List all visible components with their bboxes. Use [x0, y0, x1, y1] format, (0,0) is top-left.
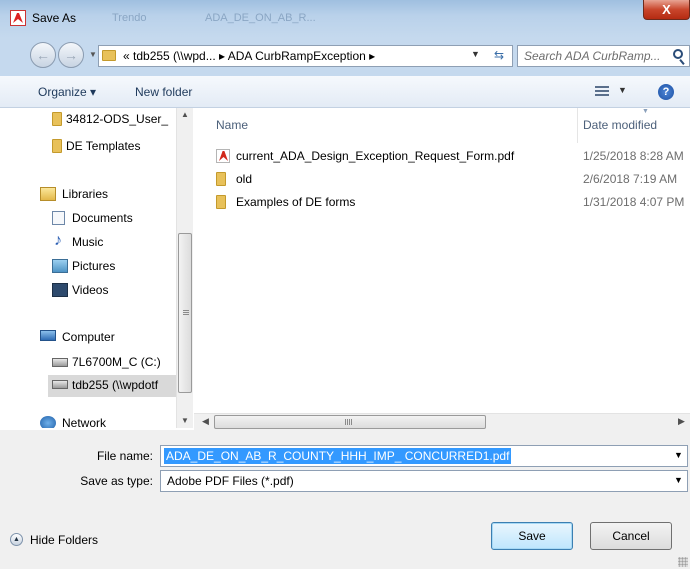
scrollbar-thumb[interactable] [178, 233, 192, 393]
collapse-arrow-icon[interactable]: ▲ [10, 533, 23, 546]
background-title-ghost: Trendo [112, 12, 147, 24]
nav-item-label: Computer [62, 330, 115, 344]
nav-item-label: 34812-ODS_User_ [66, 112, 169, 126]
file-name-value[interactable]: ADA_DE_ON_AB_R_COUNTY_HHH_IMP_ CONCURRED… [164, 448, 512, 464]
pdf-file-icon [216, 149, 230, 163]
help-icon[interactable]: ? [658, 84, 674, 100]
resize-grip-icon[interactable] [678, 557, 688, 567]
table-row[interactable]: Examples of DE forms 1/31/2018 4:07 PM [194, 192, 690, 212]
background-title-ghost-2: ADA_DE_ON_AB_R... [205, 12, 316, 24]
videos-icon [52, 283, 68, 297]
scroll-up-arrow-icon[interactable]: ▲ [181, 110, 189, 119]
nav-item-label: tdb255 (\\wpdotf [72, 378, 159, 392]
hide-folders-button[interactable]: Hide Folders [30, 533, 98, 547]
file-name: Examples of DE forms [236, 195, 356, 209]
view-options-dropdown[interactable]: ▼ [618, 85, 627, 95]
music-icon [52, 232, 68, 250]
nav-item-label: DE Templates [66, 139, 141, 153]
folder-icon [52, 112, 62, 126]
horizontal-scrollbar[interactable]: ◀ ▶ [194, 413, 690, 430]
address-bar[interactable]: « tdb255 (\\wpd... ▸ ADA CurbRampExcepti… [98, 45, 513, 67]
address-row: ← → ▼ « tdb255 (\\wpd... ▸ ADA CurbRampE… [0, 38, 690, 76]
drive-icon [52, 358, 68, 367]
network-icon [40, 416, 56, 428]
change-view-icon[interactable] [595, 86, 609, 97]
forward-button[interactable]: → [58, 42, 84, 68]
column-header-name[interactable]: Name [216, 118, 248, 132]
save-type-value: Adobe PDF Files (*.pdf) [167, 474, 294, 488]
sort-indicator-icon: ▼ [642, 108, 649, 115]
save-type-select[interactable]: Adobe PDF Files (*.pdf) ▼ [160, 470, 688, 492]
documents-icon [52, 211, 65, 225]
column-header-date-modified[interactable]: Date modified [583, 118, 657, 132]
scroll-right-arrow-icon[interactable]: ▶ [678, 416, 685, 427]
file-name-label: File name: [96, 449, 153, 463]
search-input[interactable] [518, 46, 668, 66]
scroll-down-arrow-icon[interactable]: ▼ [181, 416, 189, 425]
file-date: 2/6/2018 7:19 AM [583, 172, 678, 186]
scrollbar-thumb[interactable] [214, 415, 486, 429]
nav-item-label: 7L6700M_C (C:) [72, 355, 161, 369]
file-name: current_ADA_Design_Exception_Request_For… [236, 149, 515, 163]
save-type-dropdown-icon[interactable]: ▼ [674, 475, 683, 485]
acrobat-icon [10, 10, 26, 26]
file-list: Name ▼ Date modified current_ADA_Design_… [194, 108, 690, 413]
back-button[interactable]: ← [30, 42, 56, 68]
navigation-pane: 34812-ODS_User_ DE Templates Libraries D… [0, 108, 193, 428]
close-button[interactable]: X [643, 0, 690, 20]
search-box[interactable] [517, 45, 690, 67]
nav-item-label: Libraries [62, 187, 109, 201]
organize-button[interactable]: Organize ▾ [38, 85, 96, 99]
table-row[interactable]: current_ADA_Design_Exception_Request_For… [194, 146, 690, 166]
nav-item-label: Pictures [72, 259, 116, 273]
network-drive-icon [52, 380, 68, 389]
folder-icon [216, 195, 226, 209]
file-name-field[interactable]: ADA_DE_ON_AB_R_COUNTY_HHH_IMP_ CONCURRED… [160, 445, 688, 467]
grip-icon [183, 310, 189, 316]
grip-icon [345, 419, 352, 425]
new-folder-button[interactable]: New folder [135, 85, 192, 99]
folder-icon [52, 139, 62, 153]
title-bar: Save As Trendo ADA_DE_ON_AB_R... X [0, 0, 690, 38]
scroll-left-arrow-icon[interactable]: ◀ [202, 416, 209, 427]
folder-icon [102, 50, 116, 61]
nav-item-label: Music [72, 235, 104, 249]
save-form: File name: ADA_DE_ON_AB_R_COUNTY_HHH_IMP… [0, 430, 690, 569]
table-row[interactable]: old 2/6/2018 7:19 AM [194, 169, 690, 189]
nav-item-label: Network [62, 416, 107, 428]
breadcrumb[interactable]: « tdb255 (\\wpd... ▸ ADA CurbRampExcepti… [123, 49, 375, 63]
pictures-icon [52, 259, 68, 273]
cancel-button[interactable]: Cancel [590, 522, 672, 550]
folder-icon [216, 172, 226, 186]
nav-item-label: Videos [72, 283, 109, 297]
save-type-label: Save as type: [80, 474, 153, 488]
file-date: 1/25/2018 8:28 AM [583, 149, 684, 163]
window-title: Save As [32, 11, 77, 25]
address-dropdown[interactable]: ▼ [471, 49, 480, 59]
file-name-dropdown-icon[interactable]: ▼ [674, 450, 683, 460]
computer-icon [40, 330, 56, 341]
nav-item-label: Documents [72, 211, 133, 225]
refresh-icon[interactable]: ⇆ [489, 48, 509, 64]
column-divider[interactable] [577, 108, 578, 143]
recent-pages-dropdown[interactable]: ▼ [89, 50, 97, 59]
save-button[interactable]: Save [491, 522, 573, 550]
nav-item-tdb255[interactable]: tdb255 (\\wpdotf [48, 375, 176, 397]
navigation-scrollbar[interactable]: ▲ ▼ [176, 108, 193, 428]
file-date: 1/31/2018 4:07 PM [583, 195, 685, 209]
libraries-icon [40, 187, 56, 201]
search-icon[interactable] [673, 49, 683, 59]
command-bar: Organize ▾ New folder ▼ ? [0, 76, 690, 108]
file-name: old [236, 172, 253, 186]
